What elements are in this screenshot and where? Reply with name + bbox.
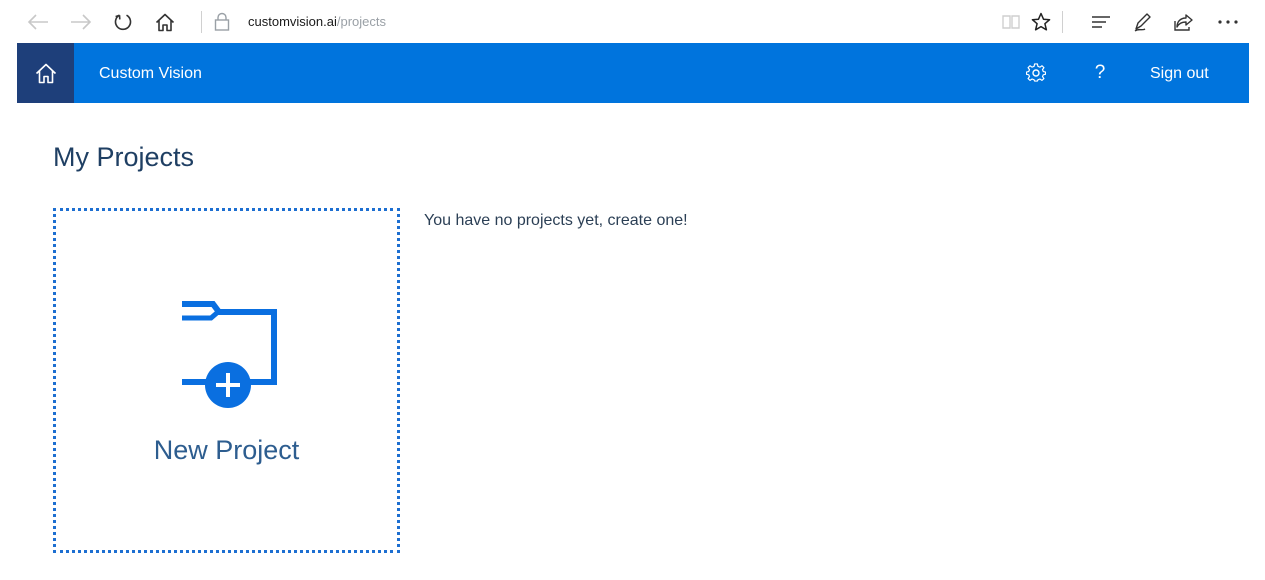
home-icon[interactable]: [152, 9, 178, 35]
address-bar[interactable]: customvision.ai/projects: [248, 14, 386, 30]
app-title[interactable]: Custom Vision: [99, 64, 202, 84]
hub-icon[interactable]: [1088, 9, 1114, 35]
back-arrow-icon[interactable]: [25, 9, 51, 35]
settings-gear-icon[interactable]: [1024, 61, 1048, 85]
help-label: ?: [1094, 62, 1106, 83]
empty-projects-message: You have no projects yet, create one!: [424, 212, 688, 229]
home-button[interactable]: [17, 43, 74, 103]
new-folder-icon: [182, 301, 277, 408]
lock-icon[interactable]: [214, 12, 230, 32]
help-icon[interactable]: ?: [1088, 61, 1112, 85]
home-icon: [35, 63, 56, 83]
share-icon[interactable]: [1171, 9, 1197, 35]
browser-toolbar: customvision.ai/projects: [0, 0, 1265, 43]
sign-out-button[interactable]: Sign out: [1150, 64, 1209, 84]
app-header: Custom Vision ? Sign out: [17, 43, 1249, 103]
refresh-icon[interactable]: [110, 9, 136, 35]
page-title: My Projects: [53, 142, 195, 172]
reading-view-icon[interactable]: [998, 9, 1024, 35]
url-domain: customvision.ai: [248, 14, 337, 29]
pen-icon[interactable]: [1130, 9, 1156, 35]
url-path: /projects: [336, 14, 387, 29]
new-project-label: New Project: [153, 435, 300, 465]
toolbar-divider: [1062, 11, 1063, 33]
more-icon[interactable]: [1215, 9, 1241, 35]
favorite-star-icon[interactable]: [1028, 9, 1054, 35]
address-divider: [201, 11, 202, 33]
new-project-card[interactable]: New Project: [53, 208, 400, 553]
forward-arrow-icon[interactable]: [68, 9, 94, 35]
